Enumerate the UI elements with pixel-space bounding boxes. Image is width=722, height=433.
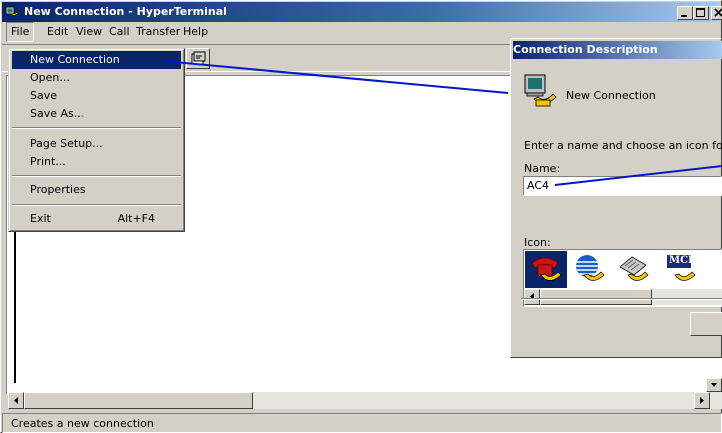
scroll-thumb[interactable]	[24, 392, 253, 409]
dialog-separator	[521, 298, 722, 300]
menu-separator	[12, 204, 181, 206]
menu-item-label: Exit	[30, 212, 51, 225]
menu-item-label: New Connection	[30, 53, 120, 66]
close-button[interactable]	[711, 6, 722, 20]
window-title: New Connection - HyperTerminal	[24, 5, 227, 18]
status-bar: Creates a new connection	[2, 413, 722, 433]
minimize-button[interactable]	[677, 6, 693, 20]
name-label: Name:	[524, 162, 561, 175]
icon-label: Icon:	[524, 236, 551, 249]
file-menu-dropdown: New Connection Open... Save Save As... P…	[8, 48, 185, 232]
properties-icon	[191, 51, 206, 65]
horizontal-scrollbar[interactable]	[8, 392, 722, 409]
menu-item-label: Save As...	[30, 107, 85, 120]
dialog-heading: New Connection	[566, 89, 656, 102]
close-icon	[714, 8, 722, 17]
menu-item-label: Page Setup...	[30, 137, 103, 150]
icon-list-scrollbar[interactable]	[524, 289, 722, 305]
scroll-left-button[interactable]	[8, 392, 24, 409]
new-connection-icon	[522, 73, 560, 112]
menu-help[interactable]: Help	[183, 25, 208, 38]
scroll-down-button[interactable]	[706, 378, 722, 392]
scroll-right-button[interactable]	[694, 392, 710, 409]
menu-separator	[12, 175, 181, 177]
globe-phone-icon[interactable]	[572, 253, 606, 285]
menu-item-label: Save	[30, 89, 58, 102]
icon-scroll-thumb[interactable]	[540, 289, 652, 305]
dialog-instructions: Enter a name and choose an icon for	[524, 139, 722, 152]
menu-file[interactable]: File	[6, 22, 34, 42]
menu-item-accelerator: Alt+F4	[117, 212, 155, 225]
chevron-left-icon	[14, 397, 18, 404]
chevron-right-icon	[700, 397, 704, 404]
chevron-down-icon	[711, 383, 717, 387]
hyperterminal-app-icon	[5, 5, 19, 18]
menu-item-exit[interactable]: Exit Alt+F4	[12, 210, 181, 228]
minimize-icon	[681, 15, 687, 17]
maximize-button[interactable]	[693, 6, 709, 20]
menu-call[interactable]: Call	[109, 25, 130, 38]
menu-separator	[12, 127, 181, 129]
dialog-title: Connection Description	[513, 43, 658, 56]
menu-item-open[interactable]: Open...	[12, 69, 181, 87]
status-text: Creates a new connection	[11, 417, 154, 430]
menu-item-label: Open...	[30, 71, 70, 84]
ok-button[interactable]	[690, 312, 722, 336]
menu-edit[interactable]: Edit	[47, 25, 68, 38]
red-phone-icon[interactable]	[529, 253, 563, 285]
menu-item-label: Properties	[30, 183, 86, 196]
menu-item-page-setup[interactable]: Page Setup...	[12, 135, 181, 153]
mci-phone-icon[interactable]: MCI	[665, 253, 699, 285]
menu-item-save-as[interactable]: Save As...	[12, 105, 181, 123]
title-bar[interactable]: New Connection - HyperTerminal	[2, 2, 722, 22]
menu-item-new-connection[interactable]: New Connection	[12, 51, 181, 69]
name-field[interactable]	[523, 176, 722, 196]
menu-item-save[interactable]: Save	[12, 87, 181, 105]
fax-phone-icon[interactable]	[616, 253, 650, 285]
menu-item-label: Print...	[30, 155, 66, 168]
chevron-left-icon	[530, 293, 534, 300]
name-value: AC4	[527, 179, 550, 192]
menu-view[interactable]: View	[76, 25, 102, 38]
menu-item-print[interactable]: Print...	[12, 153, 181, 171]
menu-item-properties[interactable]: Properties	[12, 181, 181, 199]
mci-badge-text: MCI	[669, 255, 693, 266]
properties-toolbar-button[interactable]	[186, 48, 210, 69]
menu-transfer[interactable]: Transfer	[136, 25, 180, 38]
icon-scroll-left-button[interactable]	[524, 289, 540, 305]
maximize-icon	[696, 8, 705, 17]
